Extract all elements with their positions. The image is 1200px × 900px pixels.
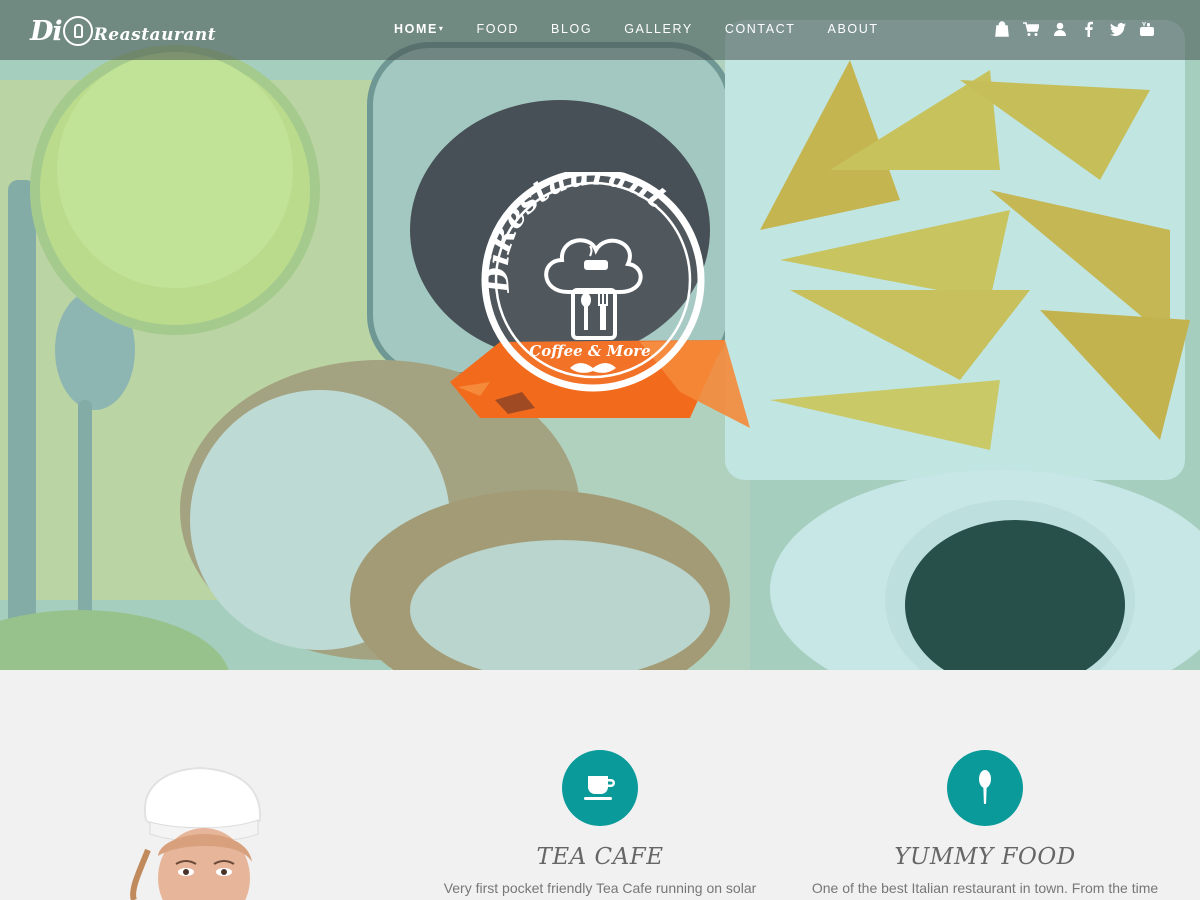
- shopping-bag-icon[interactable]: [994, 20, 1010, 38]
- top-navbar: Di Reastaurant HOME▾ FOOD BLOG GALLERY C…: [0, 0, 1200, 60]
- hero-logo-ribbon-text: Coffee & More: [529, 342, 650, 360]
- twitter-icon[interactable]: [1110, 20, 1126, 38]
- feature-title-yummy-food: YUMMY FOOD: [894, 844, 1076, 870]
- feature-tea-cafe: TEA CAFE Very first pocket friendly Tea …: [400, 750, 800, 896]
- nav-item-home[interactable]: HOME▾: [394, 22, 445, 36]
- cart-icon[interactable]: [1023, 20, 1039, 38]
- feature-circle-tea: [562, 750, 638, 826]
- feature-text-yummy-food: One of the best Italian restaurant in to…: [811, 880, 1159, 896]
- feature-circle-food: [947, 750, 1023, 826]
- nav-item-gallery[interactable]: GALLERY: [624, 22, 693, 36]
- chef-woman-image: [130, 766, 262, 900]
- user-icon[interactable]: [1052, 20, 1068, 38]
- brand-restaurant-text: Reastaurant: [93, 25, 217, 45]
- feature-yummy-food: YUMMY FOOD One of the best Italian resta…: [785, 750, 1185, 896]
- nav-item-food[interactable]: FOOD: [477, 22, 520, 36]
- facebook-icon[interactable]: [1081, 20, 1097, 38]
- brand-di-text: Di: [30, 15, 63, 47]
- feature-text-tea-cafe: Very first pocket friendly Tea Cafe runn…: [443, 880, 757, 896]
- feature-title-tea-cafe: TEA CAFE: [536, 844, 664, 870]
- spoon-icon: [979, 770, 991, 805]
- features-section: TEA CAFE Very first pocket friendly Tea …: [0, 670, 1200, 900]
- nav-item-blog[interactable]: BLOG: [551, 22, 592, 36]
- nav-item-about[interactable]: ABOUT: [828, 22, 879, 36]
- hero-banner: DiRestaurant Coffee & More: [0, 0, 1200, 670]
- nav-icon-group: [994, 20, 1168, 38]
- main-nav: HOME▾ FOOD BLOG GALLERY CONTACT ABOUT: [394, 22, 911, 36]
- chevron-down-icon: ▾: [438, 24, 445, 33]
- hero-restaurant-logo: DiRestaurant Coffee & More: [450, 172, 750, 428]
- nav-item-contact[interactable]: CONTACT: [725, 22, 796, 36]
- coffee-cup-icon: [584, 776, 615, 800]
- brand-chef-badge-icon: [62, 16, 93, 46]
- youtube-icon[interactable]: [1139, 20, 1155, 38]
- brand-logo[interactable]: Di Reastaurant: [30, 14, 216, 48]
